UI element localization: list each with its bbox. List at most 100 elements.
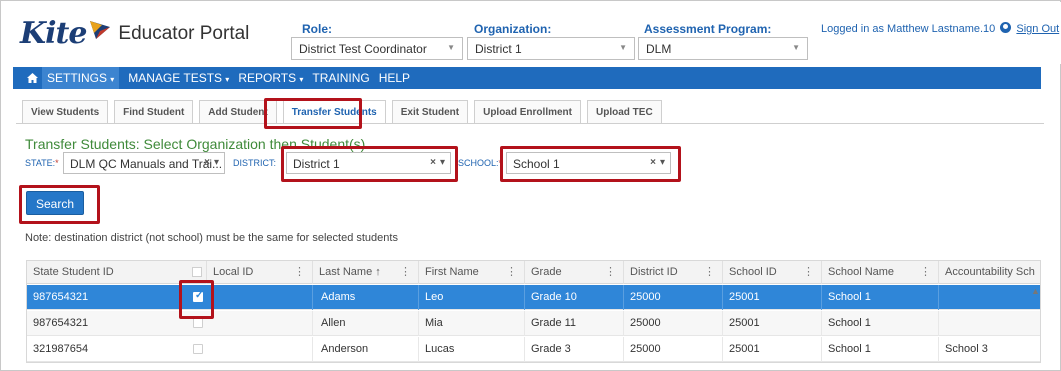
cell-accountability-school [939,285,1040,310]
row-checkbox[interactable] [193,318,203,328]
caret-down-icon: ▾ [223,75,230,84]
scroll-up-icon[interactable]: ▲ [1031,286,1040,296]
clear-icon[interactable]: × [650,157,656,168]
cell-accountability-school: School 3 [939,337,1040,362]
clear-icon[interactable]: × [430,157,436,168]
col-district-id[interactable]: District ID ⋮ [624,261,723,284]
page-title: Transfer Students: Select Organization t… [25,136,366,152]
role-label: Role: [302,22,332,36]
column-menu-icon[interactable]: ⋮ [400,265,411,278]
cell-grade: Grade 3 [525,337,624,362]
required-marker: * [498,158,503,168]
tabs-divider [16,123,1044,124]
col-last-name[interactable]: Last Name ↑ ⋮ [313,261,419,284]
chevron-down-icon: ▾ [213,157,219,168]
logo-kite-text: Kite [20,16,87,51]
col-school-id-label: School ID [729,266,777,278]
column-menu-icon[interactable]: ⋮ [294,265,305,278]
col-grade[interactable]: Grade ⋮ [525,261,624,284]
nav-training[interactable]: TRAINING [312,71,369,85]
tab-upload-tec[interactable]: Upload TEC [587,100,662,124]
home-icon [26,73,38,83]
home-button[interactable] [22,67,42,89]
district-value: District 1 [293,157,340,171]
settings-tabs: View Students Find Student Add Student T… [22,100,668,124]
table-row[interactable]: 321987654 Anderson Lucas Grade 3 25000 2… [27,337,1040,362]
column-menu-icon[interactable]: ⋮ [605,265,616,278]
cell-local-id [207,337,313,362]
col-accountability-school[interactable]: Accountability Sch [939,261,1040,284]
cell-school-id: 25001 [723,311,822,336]
col-school-name[interactable]: School Name ⋮ [822,261,939,284]
cell-local-id [207,311,313,336]
state-label: STATE:* [25,158,59,168]
col-state-student-id[interactable]: State Student ID⋮ [27,261,207,284]
row-checkbox[interactable] [193,290,203,302]
cell-school-id: 25001 [723,337,822,362]
col-school-id[interactable]: School ID ⋮ [723,261,822,284]
nav-settings[interactable]: SETTINGS ▾ [42,67,120,89]
nav-reports[interactable]: REPORTS ▾ [238,71,303,85]
login-info: Logged in as Matthew Lastname.10 Sign Ou… [821,22,1059,35]
organization-label: Organization: [474,22,552,36]
col-first-name[interactable]: First Name ⋮ [419,261,525,284]
chevron-down-icon: ▼ [447,43,455,52]
app-window: Kite Educator Portal Role: District Test… [0,0,1061,371]
table-row[interactable]: 987654321 Allen Mia Grade 11 25000 25001… [27,311,1040,336]
table-row[interactable]: 987654321 Adams Leo Grade 10 25000 25001… [27,285,1040,310]
tab-find-student[interactable]: Find Student [114,100,194,124]
col-grade-label: Grade [531,266,562,278]
cell-last-name: Anderson [313,337,419,362]
sign-out-link[interactable]: Sign Out [1016,23,1059,35]
district-select[interactable]: District 1 × ▾ [286,152,451,174]
assessment-program-label: Assessment Program: [644,22,772,36]
school-label: SCHOOL:* [458,158,502,168]
kite-logo[interactable]: Kite Educator Portal [20,16,249,51]
select-all-checkbox[interactable] [192,267,202,277]
cell-school-name: School 1 [822,311,939,336]
col-local-id-label: Local ID [213,266,254,278]
col-accountability-school-label: Accountability Sch [945,266,1035,278]
organization-select[interactable]: District 1 ▼ [467,37,635,60]
organization-value: District 1 [475,42,522,56]
nav-manage-tests-label: MANAGE TESTS [128,71,223,85]
tab-transfer-students[interactable]: Transfer Students [282,100,386,124]
column-menu-icon[interactable]: ⋮ [506,265,517,278]
tab-exit-student[interactable]: Exit Student [391,100,469,124]
clear-icon[interactable]: × [204,157,210,168]
grid-header: State Student ID⋮ Local ID ⋮ Last Name ↑⋮… [27,261,1040,284]
cell-state-id: 987654321 [33,317,89,329]
row-checkbox[interactable] [193,344,203,354]
cell-first-name: Lucas [419,337,525,362]
nav-manage-tests[interactable]: MANAGE TESTS ▾ [128,71,229,85]
header: Kite Educator Portal Role: District Test… [2,2,1061,64]
chevron-down-icon: ▾ [659,157,665,168]
nav-reports-label: REPORTS [238,71,297,85]
required-marker: * [55,158,59,168]
column-menu-icon[interactable]: ⋮ [920,265,931,278]
role-select[interactable]: District Test Coordinator ▼ [291,37,463,60]
nav-help[interactable]: HELP [379,71,410,85]
user-icon [1000,22,1012,33]
caret-down-icon: ▾ [108,75,115,84]
cell-state-id: 321987654 [33,343,89,355]
col-local-id[interactable]: Local ID ⋮ [207,261,313,284]
column-menu-icon[interactable]: ⋮ [803,265,814,278]
cell-grade: Grade 11 [525,311,624,336]
state-label-text: STATE: [25,158,56,168]
assessment-program-select[interactable]: DLM ▼ [638,37,808,60]
school-select[interactable]: School 1 × ▾ [506,152,671,174]
state-select[interactable]: DLM QC Manuals and Trai... × ▾ [63,152,225,174]
column-menu-icon[interactable]: ⋮ [704,265,715,278]
search-button[interactable]: Search [26,191,84,215]
role-value: District Test Coordinator [299,42,427,56]
cell-school-name: School 1 [822,337,939,362]
tab-upload-enrollment[interactable]: Upload Enrollment [474,100,581,124]
cell-school-id: 25001 [723,285,822,310]
chevron-down-icon: ▼ [619,43,627,52]
cell-district-id: 25000 [624,311,723,336]
transfer-note: Note: destination district (not school) … [25,232,398,244]
cell-first-name: Mia [419,311,525,336]
tab-view-students[interactable]: View Students [22,100,109,124]
tab-add-student[interactable]: Add Student [199,100,277,124]
